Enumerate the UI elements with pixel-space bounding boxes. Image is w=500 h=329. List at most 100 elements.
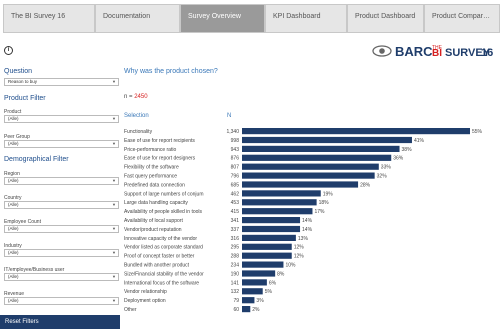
bar[interactable] — [242, 163, 379, 170]
peer-group-select[interactable]: (Alle) ▼ — [4, 140, 119, 148]
n-value-label: 288 — [231, 254, 240, 260]
bar[interactable] — [242, 225, 301, 233]
chevron-down-icon: ▼ — [112, 250, 116, 255]
bar[interactable] — [242, 261, 284, 268]
bar[interactable] — [242, 128, 470, 135]
bar[interactable] — [242, 270, 276, 277]
bar[interactable] — [242, 172, 375, 179]
percent-label: 10% — [285, 263, 296, 269]
product-value: (Alle) — [8, 116, 19, 121]
category-label: Vendor listed as corporate standard — [124, 245, 203, 251]
category-label: Large data handling capacity — [124, 200, 188, 206]
percent-label: 14% — [302, 218, 313, 224]
revenue-value: (Alle) — [8, 298, 19, 303]
bar[interactable] — [242, 234, 296, 241]
n-value-label: 316 — [231, 236, 240, 242]
n-value-label: 807 — [231, 165, 240, 171]
bar[interactable] — [242, 145, 400, 152]
n-value-label: 943 — [231, 147, 240, 153]
tab-bi-survey[interactable]: The BI Survey 16 — [3, 4, 95, 33]
n-value-label: 234 — [231, 263, 240, 269]
category-label: Fast query performance — [124, 174, 177, 180]
revenue-select[interactable]: (Alle) ▼ — [4, 297, 119, 305]
category-label: Vendor relationship — [124, 289, 167, 295]
tab-kpi-dashboard[interactable]: KPI Dashboard — [265, 4, 347, 33]
product-select[interactable]: (Alle) ▼ — [4, 115, 119, 123]
chevron-down-icon: ▼ — [112, 141, 116, 146]
column-header-n: N — [227, 113, 232, 119]
column-header-selection: Selection — [124, 113, 149, 119]
tab-product-dashboard[interactable]: Product Dashboard — [347, 4, 424, 33]
category-label: Functionality — [124, 129, 153, 135]
n-value-label: 462 — [231, 191, 240, 197]
bar[interactable] — [242, 154, 392, 161]
tab-survey-overview[interactable]: Survey Overview — [180, 4, 265, 33]
percent-label: 17% — [314, 209, 325, 215]
bar[interactable] — [242, 279, 267, 286]
country-value: (Alle) — [8, 202, 19, 207]
category-label: Availability of local support — [124, 218, 183, 224]
info-icon[interactable]: i — [4, 46, 13, 55]
percent-label: 55% — [472, 129, 483, 135]
bar[interactable] — [242, 217, 301, 224]
n-value-label: 876 — [231, 156, 240, 162]
bar[interactable] — [242, 136, 412, 144]
percent-label: 33% — [381, 165, 392, 171]
bar[interactable] — [242, 288, 263, 295]
sample-size-prefix: n = — [124, 94, 135, 100]
percent-label: 12% — [294, 245, 305, 251]
it-business-user-select[interactable]: (Alle) ▼ — [4, 273, 119, 281]
reset-filters-button[interactable]: Reset Filters — [0, 315, 120, 329]
bar[interactable] — [242, 199, 317, 206]
industry-select[interactable]: (Alle) ▼ — [4, 249, 119, 257]
peer-group-value: (Alle) — [8, 141, 19, 146]
category-label: Vendor/product reputation — [124, 227, 182, 233]
region-value: (Alle) — [8, 178, 19, 183]
bar[interactable] — [242, 306, 251, 313]
percent-label: 6% — [269, 280, 277, 286]
percent-label: 5% — [265, 289, 273, 295]
category-label: Flexibility of the software — [124, 165, 179, 171]
product-filter-heading: Product Filter — [4, 95, 46, 102]
chevron-down-icon: ▼ — [112, 274, 116, 279]
category-label: Size/Financial stability of the vendor — [124, 271, 204, 277]
percent-label: 14% — [302, 227, 313, 233]
n-value-label: 415 — [231, 209, 240, 215]
employee-count-select[interactable]: (Alle) ▼ — [4, 225, 119, 233]
percent-label: 2% — [252, 307, 260, 313]
category-label: Proof of concept faster or better — [124, 254, 195, 260]
bar[interactable] — [242, 190, 321, 197]
n-value-label: 132 — [231, 289, 240, 295]
question-select[interactable]: Reason to buy ▼ — [4, 78, 119, 86]
bar[interactable] — [242, 297, 255, 304]
chevron-down-icon: ▼ — [112, 298, 116, 303]
bar[interactable] — [242, 208, 313, 215]
svg-text:BARC: BARC — [395, 44, 433, 59]
category-label: Deployment option — [124, 298, 166, 304]
chevron-down-icon: ▼ — [112, 116, 116, 121]
sample-size: n = 2450 — [124, 94, 148, 100]
category-label: Other — [124, 307, 137, 313]
n-value-label: 796 — [231, 174, 240, 180]
percent-label: 36% — [393, 156, 404, 162]
bar[interactable] — [242, 243, 292, 250]
chevron-down-icon: ▼ — [112, 178, 116, 183]
n-value-label: 1,340 — [226, 129, 239, 135]
n-value-label: 341 — [231, 218, 240, 224]
tab-documentation[interactable]: Documentation — [95, 4, 180, 33]
category-label: Innovative capacity of the vendor — [124, 236, 197, 242]
reasons-bar-chart: Functionality 1,340 55% Ease of use for rep… — [124, 128, 483, 313]
category-label: Ease of use for report recipients — [124, 138, 195, 144]
country-select[interactable]: (Alle) ▼ — [4, 201, 119, 209]
tab-product-comparison[interactable]: Product Compar… — [424, 4, 500, 33]
bar[interactable] — [242, 252, 292, 259]
percent-label: 41% — [414, 138, 425, 144]
region-select[interactable]: (Alle) ▼ — [4, 177, 119, 185]
it-business-user-value: (Alle) — [8, 274, 19, 279]
category-label: International focus of the software — [124, 280, 199, 286]
demographical-filter-heading: Demographical Filter — [4, 156, 69, 163]
question-title: Why was the product chosen? — [124, 68, 218, 75]
chevron-down-icon: ▼ — [112, 79, 116, 84]
n-value-label: 337 — [231, 227, 240, 233]
bar[interactable] — [242, 181, 359, 188]
